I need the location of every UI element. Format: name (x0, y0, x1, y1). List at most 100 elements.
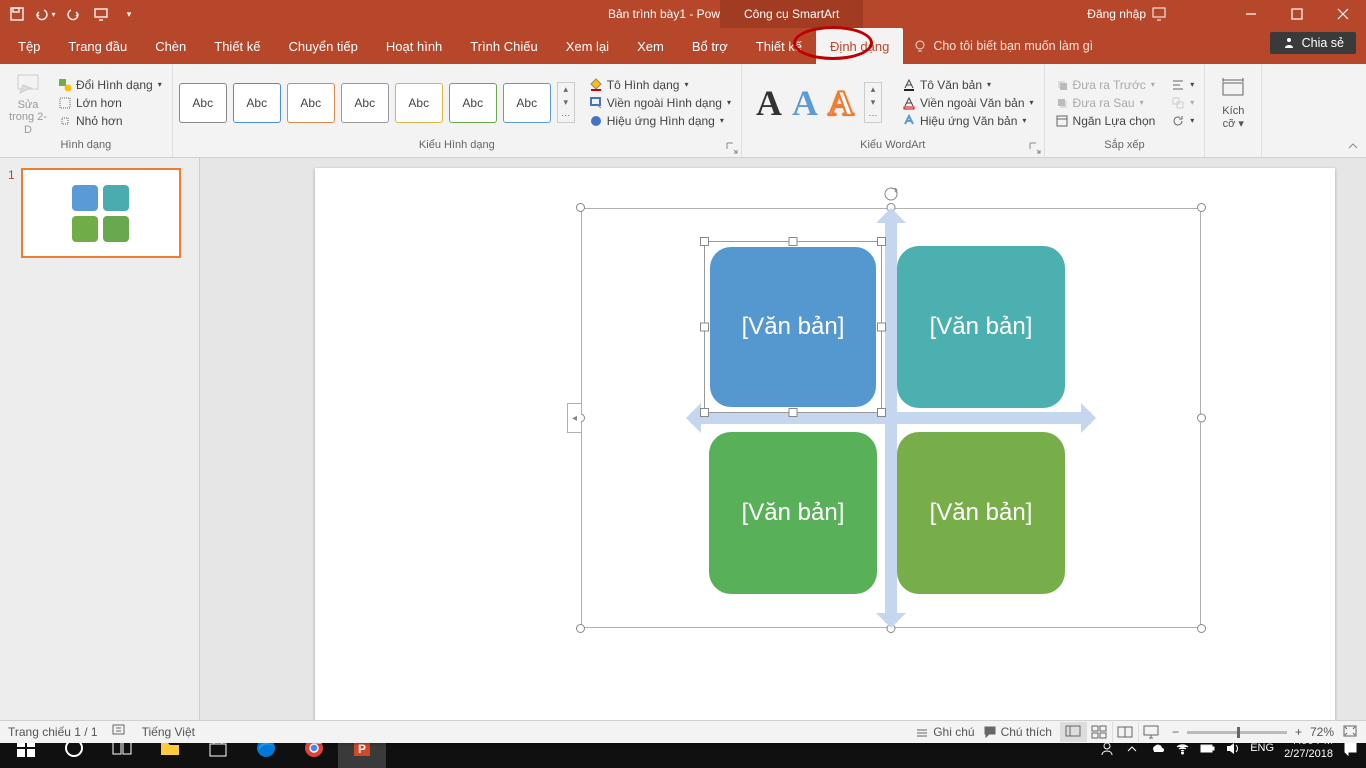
smartart-box-4[interactable]: [Văn bản] (897, 432, 1065, 594)
sign-in[interactable]: Đăng nhập (1087, 0, 1166, 28)
shape-style-5[interactable]: Abc (395, 83, 443, 123)
tab-transitions[interactable]: Chuyển tiếp (275, 28, 372, 64)
shape-style-4[interactable]: Abc (341, 83, 389, 123)
handle-tl[interactable] (576, 203, 585, 212)
tab-addins[interactable]: Bổ trợ (678, 28, 742, 64)
send-backward-icon (1055, 96, 1069, 110)
handle-mr[interactable] (1197, 414, 1206, 423)
tab-slideshow[interactable]: Trình Chiếu (456, 28, 551, 64)
tab-insert[interactable]: Chèn (141, 28, 200, 64)
align-button[interactable]: ▾ (1167, 77, 1198, 93)
group-shape-styles: Abc Abc Abc Abc Abc Abc Abc ▴▾⋯ Tô Hình … (173, 64, 742, 157)
tab-smartart-design[interactable]: Thiết kế (742, 28, 816, 64)
collapse-ribbon-icon[interactable] (1346, 139, 1360, 153)
status-bar: Trang chiếu 1 / 1 Tiếng Việt Ghi chú Chú… (0, 720, 1366, 743)
expand-text-pane[interactable]: ◂ (567, 403, 581, 433)
shape-effects-button[interactable]: Hiệu ứng Hình dạng▾ (585, 113, 735, 129)
share-button[interactable]: Chia sẻ (1270, 32, 1356, 54)
fit-to-window[interactable] (1342, 724, 1358, 741)
wordart-style-3[interactable]: A (828, 85, 854, 121)
minimize-button[interactable] (1228, 0, 1274, 28)
slide-count[interactable]: Trang chiếu 1 / 1 (8, 725, 98, 739)
handle-bl[interactable] (576, 624, 585, 633)
shape-style-6[interactable]: Abc (449, 83, 497, 123)
wordart-style-1[interactable]: A (756, 85, 782, 121)
group-size: Kíchcỡ ▾ (1205, 64, 1262, 157)
redo-button[interactable] (60, 2, 86, 26)
change-shape-button[interactable]: Đổi Hình dạng▾ (54, 77, 166, 93)
display-options-icon[interactable] (1152, 7, 1166, 21)
comments-button[interactable]: Chú thích (983, 725, 1052, 739)
maximize-button[interactable] (1274, 0, 1320, 28)
tab-view[interactable]: Xem (623, 28, 678, 64)
close-button[interactable] (1320, 0, 1366, 28)
smartart-selection[interactable]: ◂ [Văn bản] [Văn bản] [Văn bản] [Văn bản… (581, 208, 1201, 628)
group-wordart-label: Kiểu WordArt (748, 139, 1038, 157)
wordart-gallery-nav[interactable]: ▴▾⋯ (864, 82, 882, 123)
spell-check-icon[interactable] (112, 724, 128, 741)
slide-canvas[interactable]: ◂ [Văn bản] [Văn bản] [Văn bản] [Văn bản… (315, 168, 1335, 743)
text-fill-button[interactable]: Tô Văn bản▾ (898, 77, 1038, 93)
handle-br[interactable] (1197, 624, 1206, 633)
normal-view-button[interactable] (1060, 722, 1086, 742)
shape-style-1[interactable]: Abc (179, 83, 227, 123)
size-button[interactable]: Kíchcỡ ▾ (1211, 75, 1255, 129)
slide-thumbnail-1[interactable] (21, 168, 181, 258)
shape-styles-launcher[interactable] (725, 141, 739, 155)
tell-me[interactable]: Cho tôi biết bạn muốn làm gì (913, 39, 1093, 53)
bring-forward-icon (1055, 78, 1069, 92)
shape-style-7[interactable]: Abc (503, 83, 551, 123)
slide-thumbnail-panel[interactable]: 1 (0, 158, 200, 743)
tray-language[interactable]: ENG (1250, 742, 1274, 754)
selection-pane-button[interactable]: Ngăn Lựa chọn (1051, 113, 1160, 129)
edit-2d-icon (14, 69, 42, 97)
text-outline-button[interactable]: Viền ngoài Văn bản▾ (898, 95, 1038, 111)
handle-tr[interactable] (1197, 203, 1206, 212)
group-shapes-label: Hình dạng (6, 139, 166, 157)
tab-design[interactable]: Thiết kế (200, 28, 274, 64)
group-button: ▾ (1167, 95, 1198, 111)
tab-animations[interactable]: Hoạt hình (372, 28, 456, 64)
undo-button[interactable]: ▾ (32, 2, 58, 26)
slide-edit-area[interactable]: ◂ [Văn bản] [Văn bản] [Văn bản] [Văn bản… (200, 158, 1366, 743)
zoom-level[interactable]: 72% (1310, 725, 1334, 739)
shape-fill-button[interactable]: Tô Hình dạng▾ (585, 77, 735, 93)
thumbnail-preview (72, 185, 129, 242)
smartart-box-2[interactable]: [Văn bản] (897, 246, 1065, 408)
save-button[interactable] (4, 2, 30, 26)
text-effects-button[interactable]: Hiệu ứng Văn bản▾ (898, 113, 1038, 129)
smaller-button[interactable]: Nhỏ hơn (54, 113, 166, 129)
zoom-in[interactable]: + (1295, 725, 1302, 739)
shape-style-3[interactable]: Abc (287, 83, 335, 123)
inner-selection[interactable] (704, 241, 882, 413)
view-buttons (1060, 722, 1164, 742)
shape-outline-button[interactable]: Viền ngoài Hình dạng▾ (585, 95, 735, 111)
slideshow-view-button[interactable] (1138, 722, 1164, 742)
start-from-beginning-button[interactable] (88, 2, 114, 26)
tab-file[interactable]: Tệp (4, 28, 54, 64)
larger-button[interactable]: Lớn hơn (54, 95, 166, 111)
tab-home[interactable]: Trang đầu (54, 28, 141, 64)
outline-icon (589, 96, 603, 110)
wordart-style-2[interactable]: A (792, 85, 818, 121)
change-shape-icon (58, 78, 72, 92)
zoom-slider[interactable] (1187, 731, 1287, 734)
rotate-button[interactable]: ▾ (1167, 113, 1198, 129)
sorter-view-button[interactable] (1086, 722, 1112, 742)
edit-in-2d-button: Sửatrong 2-D (6, 69, 50, 135)
wordart-gallery[interactable]: A A A ▴▾⋯ (748, 82, 890, 123)
qat-customize[interactable]: ▾ (116, 2, 142, 26)
effects-icon (589, 114, 603, 128)
zoom-out[interactable]: − (1172, 725, 1179, 739)
shape-style-2[interactable]: Abc (233, 83, 281, 123)
reading-view-button[interactable] (1112, 722, 1138, 742)
smartart-tools-tab: Công cụ SmartArt (720, 0, 863, 28)
language-status[interactable]: Tiếng Việt (142, 725, 195, 739)
tab-review[interactable]: Xem lại (552, 28, 623, 64)
wordart-launcher[interactable] (1028, 141, 1042, 155)
notes-button[interactable]: Ghi chú (915, 725, 974, 739)
smartart-box-3[interactable]: [Văn bản] (709, 432, 877, 594)
tab-smartart-format[interactable]: Định dạng (816, 28, 903, 64)
gallery-nav[interactable]: ▴▾⋯ (557, 82, 575, 123)
shape-styles-gallery[interactable]: Abc Abc Abc Abc Abc Abc Abc ▴▾⋯ (179, 82, 575, 123)
